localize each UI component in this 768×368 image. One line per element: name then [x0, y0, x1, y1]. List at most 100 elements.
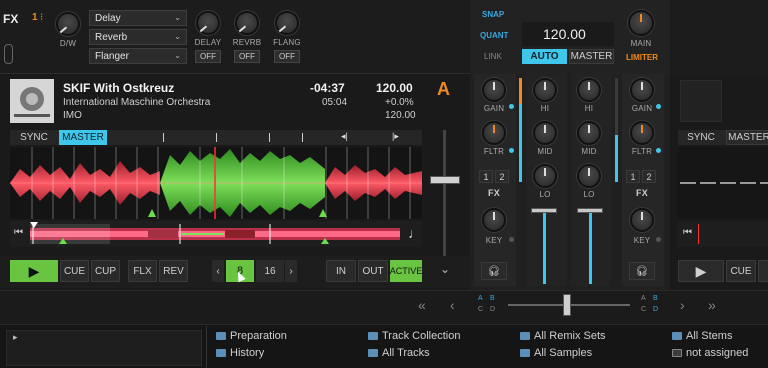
key-knob-a[interactable] [482, 208, 506, 232]
reverse-button[interactable]: REV [159, 260, 188, 282]
channel-fader-track-a[interactable] [543, 212, 546, 284]
fx-slot-3-select[interactable]: Flanger ⌄ [89, 48, 187, 64]
eq-mid-knob-a[interactable] [533, 121, 557, 145]
channel-fader-b[interactable] [577, 208, 603, 213]
flux-button[interactable]: FLX [128, 260, 157, 282]
master-clock-button[interactable]: MASTER [569, 49, 614, 64]
fx-assign-2-b[interactable]: 2 [642, 170, 656, 183]
deck-b-play-button[interactable]: ▶ [678, 260, 724, 282]
fx-assign-2-a[interactable]: 2 [495, 170, 509, 183]
quant-button[interactable]: QUANT [480, 31, 508, 40]
main-volume-knob[interactable] [628, 10, 654, 36]
crossfader-left-fast[interactable]: « [418, 297, 426, 313]
play-button[interactable]: ▶ [10, 260, 58, 282]
deck-master-button[interactable]: MASTER [59, 130, 107, 145]
crossfader-handle[interactable] [563, 294, 571, 316]
crossfader-left[interactable]: ‹ [450, 297, 455, 313]
gain-knob-b[interactable] [630, 78, 654, 102]
crossfader-right-a[interactable]: A [641, 295, 646, 302]
tempo-fader-track[interactable] [443, 130, 446, 258]
deck-b-sync-button[interactable]: SYNC [678, 130, 724, 145]
channel-fader-a[interactable] [531, 208, 557, 213]
deck-b-master-button[interactable]: MASTER [726, 130, 768, 145]
browser-item-all-stems[interactable]: All Stems [672, 330, 732, 342]
fx-assign-1-a[interactable]: 1 [479, 170, 493, 183]
crossfader-right[interactable]: › [680, 297, 685, 313]
beatjump-back-icon[interactable]: ◂| [341, 131, 348, 142]
waveform[interactable] [10, 147, 422, 219]
crossfader-left-a[interactable]: A [478, 295, 483, 302]
headphone-cue-a[interactable]: 🎧︎ [481, 262, 507, 280]
crossfader-left-d[interactable]: D [490, 306, 495, 313]
channel-fader-track-b[interactable] [589, 212, 592, 284]
gain-knob-a[interactable] [482, 78, 506, 102]
fx-slot-1-select[interactable]: Delay ⌄ [89, 10, 187, 26]
keylock-icon[interactable]: ♩ [408, 225, 422, 241]
eq-hi-knob-b[interactable] [577, 78, 601, 102]
fx-slot-2-select[interactable]: Reverb ⌄ [89, 29, 187, 45]
fx-unit-toggle[interactable] [4, 44, 13, 64]
loop-size-16[interactable]: 16 [256, 260, 284, 282]
link-button[interactable]: LINK [484, 52, 502, 61]
key-knob-b[interactable] [630, 208, 654, 232]
master-bpm[interactable]: 120.00 [543, 26, 586, 42]
beatjump-forward-icon[interactable]: |▸ [392, 131, 399, 142]
loop-size-next[interactable]: › [285, 260, 297, 282]
crossfader-right-c[interactable]: C [641, 306, 646, 313]
browser-expand[interactable]: ▸ [13, 332, 18, 343]
snap-button[interactable]: SNAP [482, 10, 504, 19]
fx-assign-1-b[interactable]: 1 [626, 170, 640, 183]
loop-active-button[interactable]: ACTIVE [390, 260, 422, 282]
dw-knob[interactable] [56, 12, 80, 36]
stripe-left-marker [30, 222, 38, 228]
loop-out-button[interactable]: OUT [358, 260, 388, 282]
eq-lo-knob-b[interactable] [577, 164, 601, 188]
deck-b-cue-start-icon[interactable]: ⏮ [683, 227, 692, 238]
auto-button[interactable]: AUTO [522, 49, 567, 64]
fx-unit-dots: ⁝ [40, 12, 44, 23]
deck-b-cue-button[interactable]: CUE [726, 260, 756, 282]
deck-b-cover-placeholder [680, 80, 722, 122]
fx-slot-2-value: Reverb [95, 31, 128, 43]
browser-item-all-remix-sets[interactable]: All Remix Sets [520, 330, 606, 342]
headphone-cue-b[interactable]: 🎧︎ [629, 262, 655, 280]
delay-knob[interactable] [196, 11, 220, 35]
deck-b-next-button[interactable] [758, 260, 768, 282]
browser-item-track-collection[interactable]: Track Collection [368, 330, 460, 342]
cup-button[interactable]: CUP [91, 260, 120, 282]
crossfader-left-b[interactable]: B [490, 295, 495, 302]
flanger-off-button[interactable]: OFF [274, 50, 300, 63]
delay-off-button[interactable]: OFF [195, 50, 221, 63]
remaining-time[interactable]: -04:37 [310, 81, 345, 95]
browser-item-all-tracks[interactable]: All Tracks [368, 347, 430, 359]
browser-divider [206, 326, 207, 368]
eq-hi-knob-a[interactable] [533, 78, 557, 102]
deck-expand-chevron[interactable]: ⌄ [440, 262, 450, 276]
reverb-off-button[interactable]: OFF [234, 50, 260, 63]
loop-in-button[interactable]: IN [326, 260, 356, 282]
browser-item-label: All Tracks [382, 347, 430, 359]
eq-mid-knob-b[interactable] [577, 121, 601, 145]
browser-item-history[interactable]: History [216, 347, 264, 359]
folder-icon [672, 332, 682, 340]
flanger-knob[interactable] [275, 11, 299, 35]
filter-knob-b[interactable] [630, 121, 654, 145]
crossfader-right-fast[interactable]: » [708, 297, 716, 313]
tempo-fader-handle[interactable] [430, 176, 460, 184]
cue-start-icon[interactable]: ⏮ [14, 227, 23, 238]
cue-button[interactable]: CUE [60, 260, 89, 282]
filter-knob-a[interactable] [482, 121, 506, 145]
browser-item-preparation[interactable]: Preparation [216, 330, 287, 342]
crossfader-right-b[interactable]: B [653, 295, 658, 302]
eq-lo-knob-a[interactable] [533, 164, 557, 188]
browser-item-label: All Stems [686, 330, 733, 342]
crossfader-right-d[interactable]: D [653, 306, 658, 313]
browser-item-all-samples[interactable]: All Samples [520, 347, 592, 359]
crossfader-left-c[interactable]: C [478, 306, 483, 313]
deck-letter[interactable]: A [437, 79, 450, 100]
reverb-knob[interactable] [235, 11, 259, 35]
browser-item-not-assigned[interactable]: not assigned [672, 347, 748, 359]
sync-button[interactable]: SYNC [10, 130, 58, 145]
limiter-indicator[interactable]: LIMITER [626, 53, 658, 62]
loop-size-prev[interactable]: ‹ [212, 260, 224, 282]
